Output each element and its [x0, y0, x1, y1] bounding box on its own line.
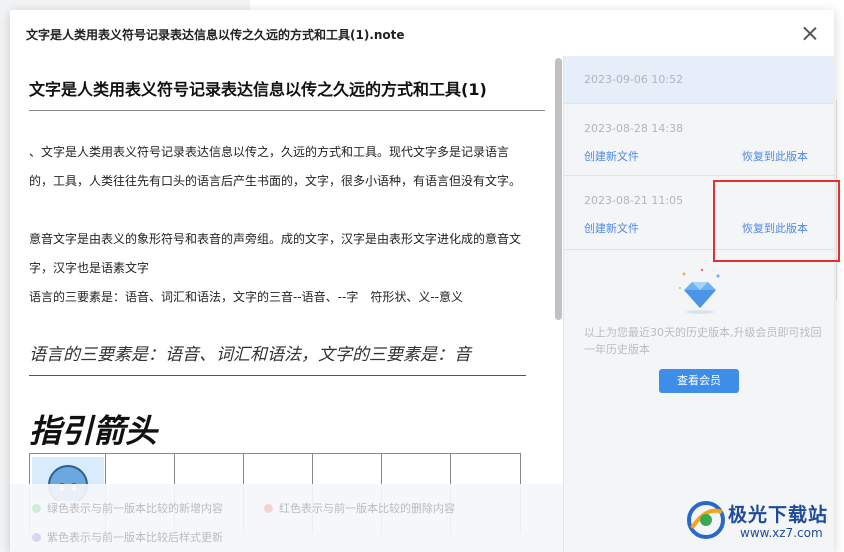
- version-item-current[interactable]: 2023-09-06 10:52: [564, 56, 834, 104]
- version-item[interactable]: 2023-08-21 11:05 创建新文件 恢复到此版本: [564, 176, 834, 250]
- close-icon[interactable]: [798, 22, 822, 46]
- paragraph: 、文字是人类用表义符号记录表达信息以传之，久远的方式和工具。现代文字多是记录语言…: [29, 145, 522, 188]
- view-membership-button[interactable]: 查看会员: [659, 369, 739, 393]
- restore-version-link[interactable]: 恢复到此版本: [742, 148, 808, 164]
- version-history-dialog: 文字是人类用表义符号记录表达信息以传之久远的方式和工具(1).note 文字是人…: [10, 10, 834, 552]
- create-new-file-link[interactable]: 创建新文件: [584, 220, 639, 236]
- preview-scrollbar[interactable]: [555, 58, 562, 320]
- watermark-logo-icon: [687, 501, 725, 539]
- legend-added: 绿色表示与前一版本比较的新增内容: [32, 500, 223, 516]
- red-dot-icon: [264, 504, 273, 513]
- create-new-file-link[interactable]: 创建新文件: [584, 148, 639, 164]
- version-time: 2023-08-21 11:05: [584, 194, 684, 207]
- version-list-panel: 2023-09-06 10:52 2023-08-28 14:38 创建新文件 …: [563, 56, 834, 552]
- version-time: 2023-08-28 14:38: [584, 122, 684, 135]
- diamond-icon: [679, 268, 720, 314]
- arrow-heading: 指引箭头: [29, 412, 158, 450]
- dialog-title: 文字是人类用表义符号记录表达信息以传之久远的方式和工具(1).note: [26, 28, 405, 42]
- diff-legend: 绿色表示与前一版本比较的新增内容 红色表示与前一版本比较的删除内容 紫色表示与前…: [10, 484, 563, 552]
- legend-deleted-label: 红色表示与前一版本比较的删除内容: [279, 502, 455, 515]
- site-watermark: 极光下载站 www.xz7.com: [682, 494, 842, 546]
- italic-text-line: 语言的三要素是：语音、词汇和语法，文字的三要素是：音: [29, 345, 471, 365]
- version-item[interactable]: 2023-08-28 14:38 创建新文件 恢复到此版本: [564, 104, 834, 176]
- paragraph: 语言的三要素是：语音、词汇和语法，文字的三音--语音、--字 符形状、义--意义: [29, 290, 463, 304]
- legend-style: 紫色表示与前一版本比较后样式更新: [32, 529, 223, 545]
- dialog-header: 文字是人类用表义符号记录表达信息以传之久远的方式和工具(1).note: [10, 10, 834, 56]
- version-time: 2023-09-06 10:52: [584, 73, 684, 86]
- purple-dot-icon: [32, 533, 41, 542]
- watermark-name: 极光下载站: [728, 504, 829, 526]
- green-dot-icon: [32, 504, 41, 513]
- document-preview[interactable]: 文字是人类用表义符号记录表达信息以传之久远的方式和工具(1) 、文字是人类用表义…: [10, 56, 563, 552]
- restore-version-link[interactable]: 恢复到此版本: [742, 220, 808, 236]
- italic-underline: [29, 375, 526, 376]
- upsell-text: 以上为您最近30天的历史版本,升级会员即可找回一年历史版本: [584, 326, 822, 356]
- legend-style-label: 紫色表示与前一版本比较后样式更新: [47, 531, 223, 544]
- title-divider: [29, 110, 545, 111]
- legend-added-label: 绿色表示与前一版本比较的新增内容: [47, 502, 223, 515]
- document-title: 文字是人类用表义符号记录表达信息以传之久远的方式和工具(1): [29, 80, 487, 99]
- legend-deleted: 红色表示与前一版本比较的删除内容: [264, 500, 455, 516]
- paragraph: 意音文字是由表义的象形符号和表音的声旁组。成的文字，汉字是由表形文字进化成的意音…: [29, 232, 522, 275]
- watermark-url: www.xz7.com: [740, 526, 823, 540]
- background-divider: [836, 100, 837, 300]
